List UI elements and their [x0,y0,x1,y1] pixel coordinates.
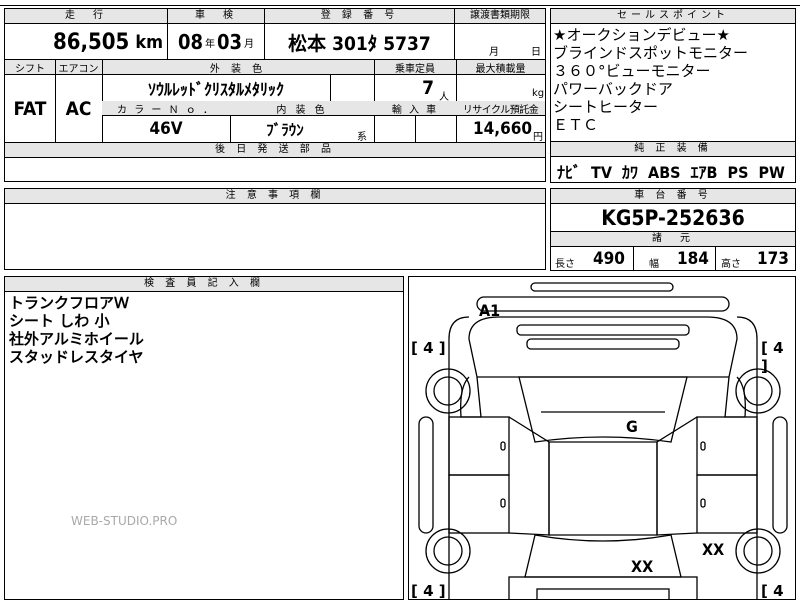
exterior-label: 外 装 色 [209,64,267,75]
inspector-line: シート しわ 小 [9,312,110,330]
tire-depth-front-left: [ 4 ] [411,339,446,357]
dimensions-box: 諸 元 長さ 490 幅 184 高さ 173 [550,231,796,271]
registration-box: 登 録 番 号 松本 301ﾀ 5737 [264,8,455,60]
sales-point-line: ブラインドスポットモニター [553,44,749,62]
recycle-value: 14,660 [472,119,532,139]
shaken-month-unit: 月 [244,38,255,50]
damage-mark-xx-right: XX [702,540,725,559]
width-label: 幅 [649,259,659,270]
mileage-label: 走 行 [5,9,167,24]
car-diagram [418,282,788,599]
import-label: 輸 入 車 [391,105,439,116]
shaken-box: 車 検 08 年 03 月 [167,8,265,60]
equipment-item: TV [591,163,612,182]
shaken-label: 車 検 [168,9,264,24]
capacity-value: 7 [422,77,434,99]
transfer-month: 月 [489,47,499,58]
colorno-label: カ ラ ー Ｎ ｏ ． [117,105,215,116]
inspector-line: スタッドレスタイヤ [9,348,144,366]
maxload-unit: kg [532,88,545,99]
notes-box: 注 意 事 項 欄 [4,188,546,270]
height-label: 高さ [721,259,741,270]
mileage-box: 走 行 86,505 km [4,8,168,60]
shaken-value-cell: 08 年 03 月 [168,24,264,60]
recycle-label: リサイクル預託金 [462,105,539,116]
later-parts-box: 後 日 発 送 部 品 [4,142,546,182]
tire-depth-front-right: [ 4 ] [761,339,784,375]
equipment-list: ﾅﾋﾞ TV ｶﾜ ABS ｴｱB PS PW [557,159,785,183]
shaken-year: 08 [177,30,203,54]
interior-label: 内 装 色 [276,105,328,116]
notes-label: 注 意 事 項 欄 [5,189,545,204]
registration-label: 登 録 番 号 [265,9,454,24]
sales-point-line: ３６０°ビューモニター [553,62,711,80]
sales-point-box: セールスポイント ★オークションデビュー★ ブラインドスポットモニター ３６０°… [550,8,796,142]
transfer-box: 譲渡書類期限 月 日 [454,8,546,60]
maxload-label: 最大積載量 [475,64,526,75]
mileage-value-cell: 86,505 km [5,24,163,60]
sales-point-list: ★オークションデビュー★ ブラインドスポットモニター ３６０°ビューモニター パ… [553,26,748,134]
sales-point-line: ＥＴＣ [553,116,599,134]
aircon-label: エアコン [58,64,99,75]
shift-value: FAT [13,97,47,120]
registration-value: 松本 301ﾀ 5737 [288,32,431,55]
damage-mark-xx-rear: XX [631,557,654,576]
watermark: WEB-STUDIO.PRO [71,514,178,528]
later-parts-label: 後 日 発 送 部 品 [5,143,545,158]
mileage-value: 86,505 [52,29,130,55]
equipment-item: PW [758,163,785,182]
chassis-label: 車 台 番 号 [551,189,795,204]
width-value: 184 [677,249,709,269]
sales-point-line: ★オークションデビュー★ [553,26,730,44]
equipment-item: PS [727,163,749,182]
top-cropped-strip [0,0,800,6]
sales-point-label: セールスポイント [551,9,795,24]
height-value: 173 [757,249,789,269]
colorno-value: 46V [149,119,183,139]
inspector-label: 検 査 員 記 入 欄 [5,277,403,292]
length-value: 490 [593,249,625,269]
vehicle-info-box: シフト エアコン 外 装 色 乗車定員 最大積載量 FAT AC ｿｳﾙﾚｯﾄﾞ… [4,59,546,143]
shift-label: シフト [15,64,45,75]
capacity-label: 乗車定員 [395,64,435,75]
shaken-month: 03 [217,30,243,54]
sales-point-line: パワーバックドア [553,80,673,98]
inspector-line: トランクフロアＷ [9,294,130,312]
transfer-label: 譲渡書類期限 [455,9,545,24]
equipment-item: ｶﾜ [622,163,639,182]
recycle-unit: 円 [533,132,543,143]
mileage-unit: km [135,31,163,53]
equipment-label: 純 正 装 備 [551,142,795,157]
aircon-value: AC [65,97,92,120]
length-label: 長さ [555,259,575,270]
equipment-item: ｴｱB [690,163,718,182]
damage-mark-g: G [626,417,638,436]
inspector-box: 検 査 員 記 入 欄 トランクフロアＷ シート しわ 小 社外アルミホイール … [4,276,404,600]
shaken-year-unit: 年 [205,38,215,50]
interior-unit: 系 [357,132,367,143]
interior-value: ﾌﾞﾗｳﾝ [266,120,304,139]
car-diagram-box: A1 G XX XX [ 4 ] [ 4 ] [ 4 ] [ 4 ] [408,276,796,600]
transfer-day: 日 [531,47,541,58]
chassis-box: 車 台 番 号 KG5P-252636 [550,188,796,232]
equipment-box: 純 正 装 備 ﾅﾋﾞ TV ｶﾜ ABS ｴｱB PS PW [550,141,796,183]
chassis-value: KG5P-252636 [601,206,745,230]
inspector-line: 社外アルミホイール [9,330,144,348]
equipment-item: ABS [648,163,681,182]
equipment-item: ﾅﾋﾞ [557,163,582,182]
sales-point-line: シートヒーター [553,98,659,116]
exterior-value: ｿｳﾙﾚｯﾄﾞｸﾘｽﾀﾙﾒﾀﾘｯｸ [147,80,284,99]
inspector-list: トランクフロアＷ シート しわ 小 社外アルミホイール スタッドレスタイヤ [9,294,144,366]
tire-depth-rear-right: [ 4 ] [761,582,784,600]
dimensions-label: 諸 元 [551,232,795,247]
tire-depth-rear-left: [ 4 ] [411,582,446,600]
damage-mark-a1: A1 [479,301,501,320]
